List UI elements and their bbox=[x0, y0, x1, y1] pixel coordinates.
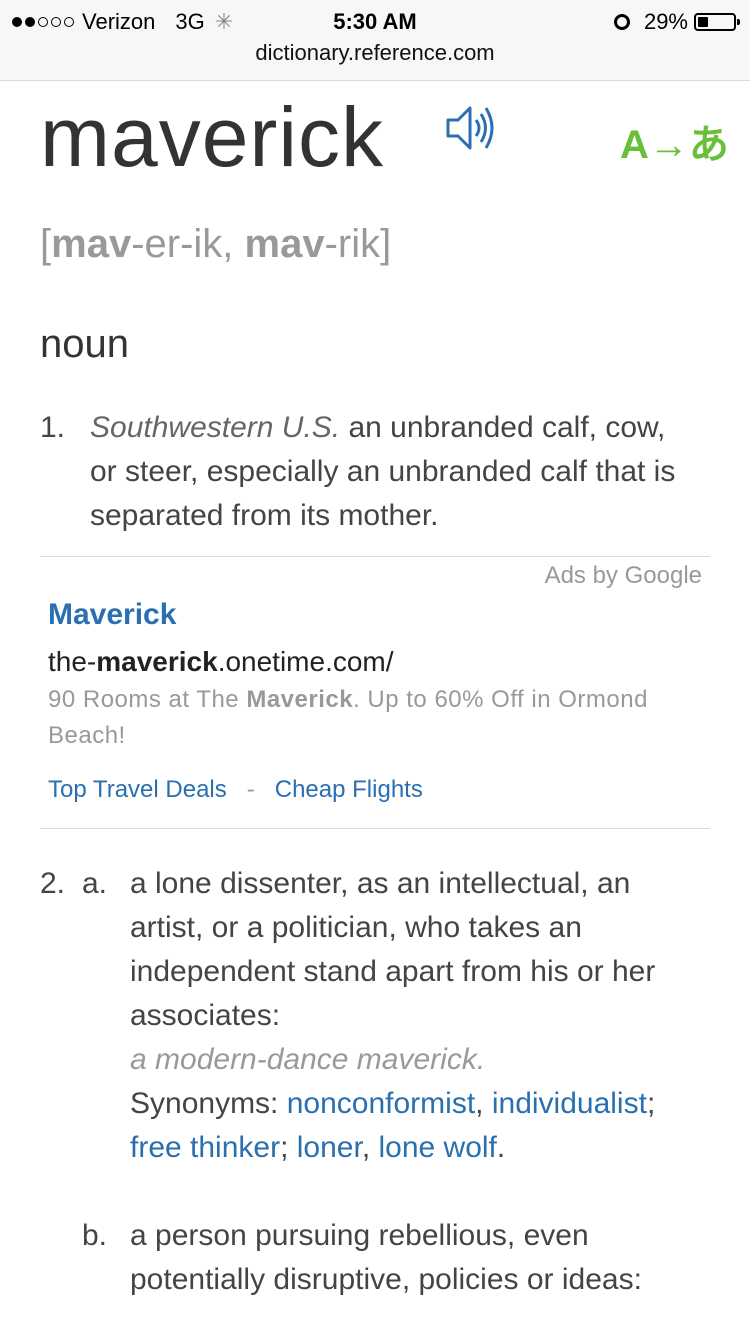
battery-icon bbox=[694, 13, 740, 31]
definition-1: Southwestern U.S. an unbranded calf, cow… bbox=[90, 406, 690, 538]
ad-url[interactable]: the-maverick.onetime.com/ bbox=[48, 646, 394, 678]
battery-info: 29% bbox=[613, 8, 740, 36]
sense-label-a: a. bbox=[82, 867, 108, 900]
ad-title-link[interactable]: Maverick bbox=[48, 598, 176, 632]
battery-fill bbox=[698, 17, 708, 27]
definition-2a: a lone dissenter, as an intellectual, an… bbox=[130, 867, 656, 1164]
example-sentence: a modern-dance maverick. bbox=[130, 1043, 486, 1076]
address-bar[interactable]: dictionary.reference.com bbox=[0, 40, 750, 66]
ad-link-top-travel-deals[interactable]: Top Travel Deals bbox=[48, 776, 227, 804]
headword: maverick bbox=[40, 90, 385, 184]
pronunciation: [mav-er-ik, mav-rik] bbox=[40, 222, 392, 266]
ad-link-cheap-flights[interactable]: Cheap Flights bbox=[275, 776, 423, 804]
ad-link-separator: - bbox=[246, 776, 255, 803]
synonym-link[interactable]: individualist bbox=[492, 1087, 647, 1120]
translate-button[interactable]: A→あ bbox=[620, 112, 729, 170]
divider bbox=[40, 556, 710, 557]
definition-2b: a person pursuing rebellious, even poten… bbox=[130, 1219, 642, 1296]
battery-percent: 29% bbox=[643, 9, 688, 34]
definition-number: 1. bbox=[40, 411, 66, 444]
definition-text: a lone dissenter, as an intellectual, an… bbox=[130, 867, 656, 1032]
divider bbox=[40, 828, 710, 829]
ad-description: 90 Rooms at The Maverick. Up to 60% Off … bbox=[48, 686, 648, 749]
definition-number: 2. bbox=[40, 867, 66, 900]
speaker-icon[interactable] bbox=[444, 100, 496, 156]
synonym-link[interactable]: free thinker bbox=[130, 1131, 280, 1164]
alarm-icon bbox=[613, 14, 630, 30]
ad-sitelinks: Top Travel Deals - Cheap Flights bbox=[48, 776, 423, 804]
status-bar: Verizon 3G ✳ 5:30 AM 29% dictionary.refe… bbox=[0, 0, 750, 81]
sense-label-b: b. bbox=[82, 1219, 108, 1252]
region-label: Southwestern U.S. bbox=[90, 411, 341, 444]
synonym-link[interactable]: lone wolf bbox=[378, 1131, 496, 1164]
synonym-link[interactable]: loner bbox=[297, 1131, 362, 1164]
synonym-link[interactable]: nonconformist bbox=[287, 1087, 475, 1120]
part-of-speech: noun bbox=[40, 322, 129, 366]
synonyms-label: Synonyms: bbox=[130, 1087, 287, 1120]
ads-by-google-label[interactable]: Ads by Google bbox=[545, 562, 702, 590]
